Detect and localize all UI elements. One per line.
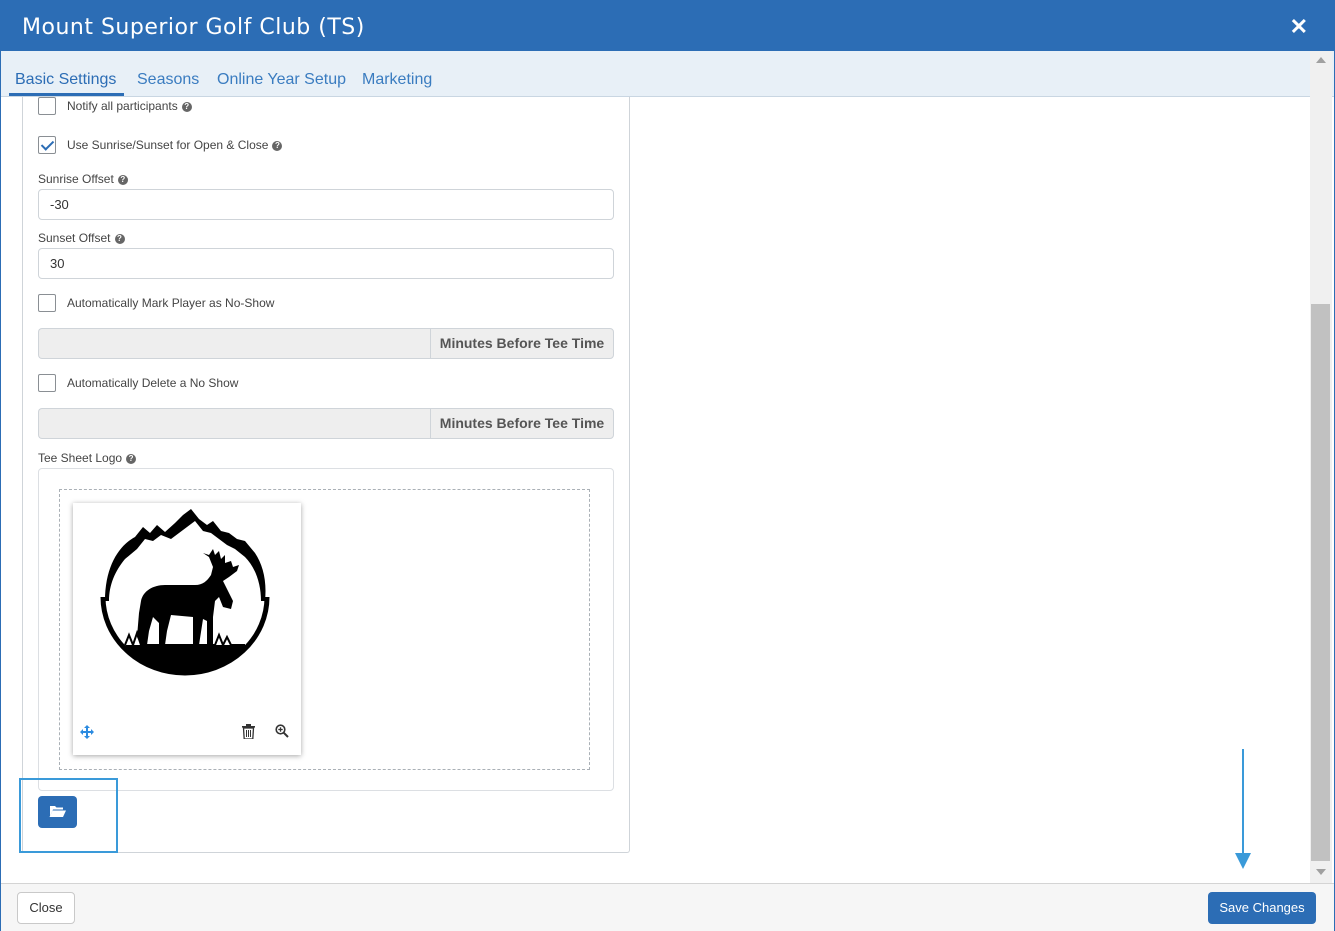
close-icon[interactable]: ✕ [1290, 14, 1308, 40]
dialog-title: Mount Superior Golf Club (TS) [22, 15, 365, 40]
sunrise-offset-input[interactable] [38, 189, 614, 220]
save-changes-button[interactable]: Save Changes [1208, 892, 1316, 924]
sunset-offset-label: Sunset Offset [38, 231, 111, 245]
moose-logo-image [100, 509, 270, 676]
vertical-scrollbar[interactable] [1310, 51, 1332, 883]
settings-dialog: Mount Superior Golf Club (TS) ✕ Basic Se… [0, 0, 1335, 931]
auto-no-show-row: Automatically Mark Player as No-Show [38, 294, 274, 312]
settings-content: Notify all participants? Use Sunrise/Sun… [1, 97, 1310, 883]
sunset-offset-label-wrap: Sunset Offset? [38, 231, 125, 245]
no-show-minutes-input[interactable] [38, 328, 430, 359]
close-button[interactable]: Close [17, 892, 75, 924]
use-sunrise-label: Use Sunrise/Sunset for Open & Close [67, 138, 269, 152]
sunrise-offset-label-wrap: Sunrise Offset? [38, 172, 128, 186]
trash-icon[interactable] [242, 724, 255, 744]
annotation-arrow-icon [1235, 749, 1251, 869]
sunset-offset-input[interactable] [38, 248, 614, 279]
dialog-titlebar: Mount Superior Golf Club (TS) ✕ [1, 1, 1334, 51]
use-sunrise-checkbox[interactable] [38, 136, 56, 154]
annotation-highlight-box [19, 778, 118, 853]
auto-no-show-label: Automatically Mark Player as No-Show [67, 296, 275, 310]
help-icon[interactable]: ? [181, 101, 192, 112]
tab-bar: Basic Settings Seasons Online Year Setup… [1, 51, 1334, 97]
auto-delete-label: Automatically Delete a No Show [67, 376, 239, 390]
sunrise-offset-label: Sunrise Offset [38, 172, 114, 186]
no-show-minutes-group: Minutes Before Tee Time [38, 328, 614, 359]
active-tab-indicator [9, 93, 124, 96]
notify-all-label: Notify all participants [67, 99, 178, 113]
tab-basic-settings[interactable]: Basic Settings [15, 71, 116, 89]
scrollbar-thumb[interactable] [1311, 304, 1330, 861]
delete-minutes-addon: Minutes Before Tee Time [430, 408, 614, 439]
logo-thumbnail [73, 503, 301, 755]
tee-sheet-logo-label-wrap: Tee Sheet Logo? [38, 451, 137, 465]
no-show-minutes-addon: Minutes Before Tee Time [430, 328, 614, 359]
notify-all-row: Notify all participants? [38, 97, 192, 115]
auto-no-show-checkbox[interactable] [38, 294, 56, 312]
auto-delete-row: Automatically Delete a No Show [38, 374, 238, 392]
scroll-up-icon[interactable] [1316, 57, 1326, 63]
help-icon[interactable]: ? [272, 140, 283, 151]
dialog-footer: Close Save Changes [1, 883, 1334, 931]
move-icon[interactable] [80, 725, 94, 743]
zoom-in-icon[interactable] [275, 724, 289, 743]
delete-minutes-input[interactable] [38, 408, 430, 439]
help-icon[interactable]: ? [114, 233, 125, 244]
delete-minutes-group: Minutes Before Tee Time [38, 408, 614, 439]
tab-seasons[interactable]: Seasons [137, 71, 199, 89]
tee-sheet-logo-label: Tee Sheet Logo [38, 451, 123, 465]
tab-online-year-setup[interactable]: Online Year Setup [217, 71, 346, 89]
use-sunrise-row: Use Sunrise/Sunset for Open & Close? [38, 136, 283, 154]
help-icon[interactable]: ? [126, 453, 137, 464]
notify-all-checkbox[interactable] [38, 97, 56, 115]
scroll-down-icon[interactable] [1316, 869, 1326, 875]
tab-marketing[interactable]: Marketing [362, 71, 432, 89]
auto-delete-checkbox[interactable] [38, 374, 56, 392]
help-icon[interactable]: ? [117, 174, 128, 185]
